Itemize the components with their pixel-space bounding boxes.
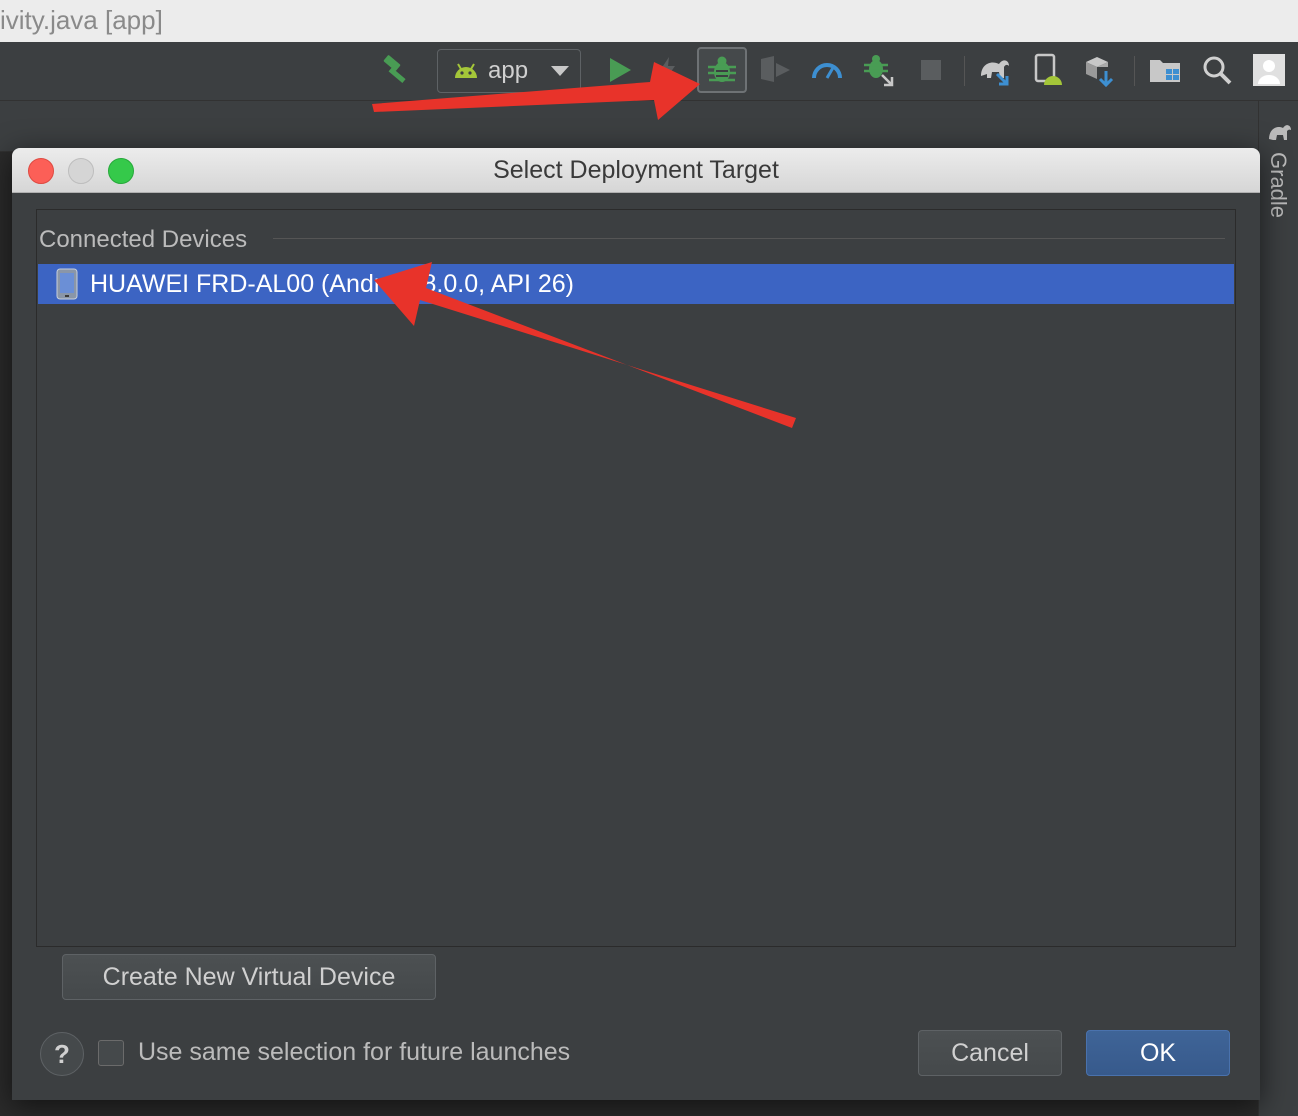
coverage-icon[interactable] xyxy=(752,48,798,92)
editor-background xyxy=(0,1100,1258,1116)
run-icon[interactable] xyxy=(596,48,642,92)
sdk-manager-icon[interactable] xyxy=(1076,48,1122,92)
project-structure-icon[interactable] xyxy=(1142,48,1188,92)
main-toolbar: app xyxy=(0,42,1298,101)
run-configuration-label: app xyxy=(488,57,529,84)
profiler-icon[interactable] xyxy=(804,48,850,92)
device-list-panel: Connected Devices HUAWEI FRD-AL00 (Andro… xyxy=(36,209,1236,947)
stop-icon[interactable] xyxy=(908,48,954,92)
debug-icon[interactable] xyxy=(697,47,747,93)
connected-devices-header: Connected Devices xyxy=(39,226,248,253)
ok-button[interactable]: OK xyxy=(1086,1030,1230,1076)
create-new-virtual-device-button[interactable]: Create New Virtual Device xyxy=(62,954,436,1000)
gradle-tool-window-tab[interactable]: Gradle xyxy=(1265,152,1291,218)
same-selection-label[interactable]: Use same selection for future launches xyxy=(138,1038,570,1067)
chevron-down-icon xyxy=(550,65,570,77)
search-icon[interactable] xyxy=(1194,48,1240,92)
dialog-titlebar: Select Deployment Target xyxy=(12,148,1260,193)
avd-manager-icon[interactable] xyxy=(1024,48,1070,92)
toolbar-separator xyxy=(964,56,965,86)
same-selection-checkbox[interactable] xyxy=(98,1040,124,1066)
apply-changes-icon[interactable] xyxy=(644,48,690,92)
attach-debugger-icon[interactable] xyxy=(856,48,902,92)
section-divider xyxy=(273,238,1225,239)
device-list-item[interactable]: HUAWEI FRD-AL00 (Android 8.0.0, API 26) xyxy=(38,264,1234,304)
toolbar-separator xyxy=(1134,56,1135,86)
user-icon[interactable] xyxy=(1246,48,1292,92)
cancel-button[interactable]: Cancel xyxy=(918,1030,1062,1076)
android-icon xyxy=(452,60,480,82)
select-deployment-target-dialog: Select Deployment Target Connected Devic… xyxy=(12,148,1260,1100)
window-title: ivity.java [app] xyxy=(0,5,163,35)
phone-icon xyxy=(56,268,78,300)
hammer-icon[interactable] xyxy=(374,48,420,92)
device-name: HUAWEI FRD-AL00 (Android 8.0.0, API 26) xyxy=(90,269,574,298)
right-tool-window-bar xyxy=(1258,101,1298,1116)
gradle-elephant-icon xyxy=(1267,121,1293,148)
gradle-sync-icon[interactable] xyxy=(972,48,1018,92)
editor-tab-bar xyxy=(0,101,1258,152)
dialog-title: Select Deployment Target xyxy=(493,156,779,184)
run-configuration-selector[interactable]: app xyxy=(437,49,581,93)
help-button[interactable]: ? xyxy=(40,1032,84,1076)
window-titlebar: ivity.java [app] xyxy=(0,0,1298,43)
